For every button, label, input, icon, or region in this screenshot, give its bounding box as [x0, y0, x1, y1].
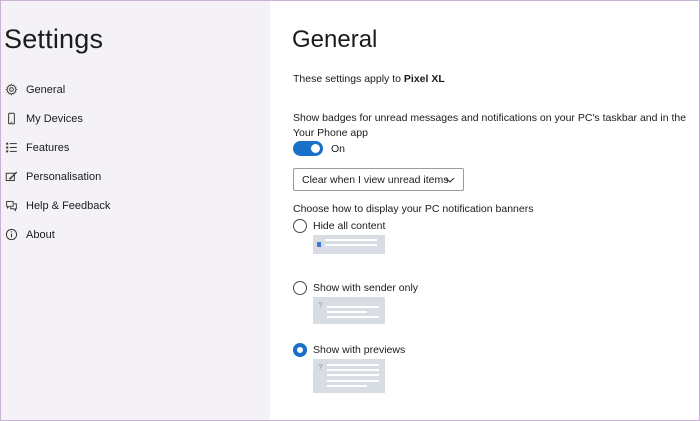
- sidebar-item-label: My Devices: [26, 112, 83, 125]
- sidebar-item-label: Features: [26, 141, 70, 154]
- device-name: Pixel XL: [403, 73, 445, 85]
- radio-label: Show with previews: [313, 344, 406, 356]
- app-title: Settings: [4, 24, 104, 54]
- chevron-down-icon: [445, 177, 455, 183]
- sidebar-item-my-devices[interactable]: My Devices: [0, 104, 270, 133]
- sidebar-item-features[interactable]: Features: [0, 133, 270, 162]
- preview-line: [327, 380, 379, 382]
- avatar-placeholder-icon: ?: [318, 363, 323, 372]
- gear-icon: [4, 83, 18, 97]
- radio-button[interactable]: [293, 281, 307, 295]
- badges-toggle[interactable]: [293, 141, 323, 156]
- sidebar-item-personalisation[interactable]: Personalisation: [0, 162, 270, 191]
- radio-hide-all-content[interactable]: Hide all content: [293, 219, 385, 233]
- banners-heading: Choose how to display your PC notificati…: [293, 203, 534, 215]
- badges-description: Show badges for unread messages and noti…: [293, 112, 687, 139]
- radio-show-sender-only[interactable]: Show with sender only: [293, 281, 418, 295]
- radio-button[interactable]: [293, 219, 307, 233]
- toggle-knob: [311, 144, 320, 153]
- dropdown-selected-value: Clear when I view unread items: [302, 173, 449, 186]
- preview-line: [327, 364, 379, 366]
- sidebar-nav: General My Devices Features Personalisat…: [0, 75, 270, 249]
- chat-icon: [4, 199, 18, 213]
- preview-show-sender-only: ?: [313, 297, 385, 324]
- preview-line: [327, 311, 367, 313]
- preview-line: [327, 316, 379, 318]
- preview-line: [327, 306, 379, 308]
- sidebar-item-label: About: [26, 228, 55, 241]
- radio-label: Show with sender only: [313, 282, 419, 294]
- list-icon: [4, 141, 18, 155]
- sidebar-item-help-feedback[interactable]: Help & Feedback: [0, 191, 270, 220]
- preview-line: [325, 244, 377, 246]
- app-color-icon: [317, 242, 321, 247]
- main-content: General These settings apply to Pixel XL…: [270, 0, 700, 421]
- sidebar-item-label: General: [26, 83, 66, 96]
- sidebar-item-general[interactable]: General: [0, 75, 270, 104]
- preview-line: [327, 385, 367, 387]
- radio-show-with-previews[interactable]: Show with previews: [293, 343, 405, 357]
- phone-icon: [4, 112, 18, 126]
- preview-hide-all-content: [313, 235, 385, 254]
- preview-line: [327, 374, 379, 376]
- radio-button-selected[interactable]: [293, 343, 307, 357]
- radio-label: Hide all content: [313, 220, 386, 232]
- sidebar-item-about[interactable]: About: [0, 220, 270, 249]
- applies-to-text: These settings apply to Pixel XL: [293, 73, 445, 85]
- avatar-placeholder-icon: ?: [318, 301, 323, 310]
- paint-icon: [4, 170, 18, 184]
- page-title: General: [292, 26, 378, 53]
- badges-toggle-label: On: [331, 143, 346, 155]
- preview-line: [327, 369, 379, 371]
- sidebar: Settings General My Devices Features Per…: [0, 0, 270, 421]
- sidebar-item-label: Help & Feedback: [26, 199, 111, 212]
- info-icon: [4, 228, 18, 242]
- preview-show-with-previews: ?: [313, 359, 385, 393]
- applies-prefix: These settings apply to: [293, 73, 404, 85]
- clear-badges-dropdown[interactable]: Clear when I view unread items: [293, 168, 464, 191]
- preview-line: [325, 239, 377, 241]
- sidebar-item-label: Personalisation: [26, 170, 102, 183]
